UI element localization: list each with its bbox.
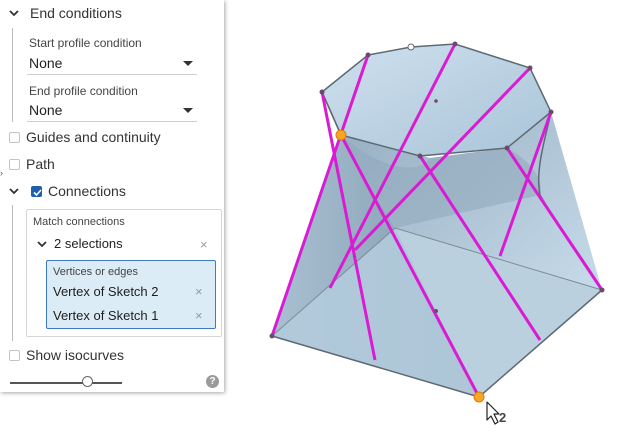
connections-checkbox[interactable]: [31, 185, 42, 197]
selected-vertex-sketch-2[interactable]: [335, 129, 347, 141]
dropdown-caret-icon: [183, 60, 193, 66]
isocurves-label: Show isocurves: [26, 347, 125, 363]
midpoint-marker: [407, 43, 415, 51]
path-row[interactable]: Path: [8, 156, 55, 172]
end-conditions-header[interactable]: End conditions: [8, 5, 122, 21]
end-profile-select[interactable]: None: [27, 99, 197, 122]
cursor-count-label: 2: [499, 410, 507, 425]
start-profile-select[interactable]: None: [27, 52, 197, 75]
section-guide-line: [12, 205, 13, 341]
match-connections-box: Match connections 2 selections × Vertice…: [26, 209, 222, 337]
start-profile-label: Start profile condition: [29, 36, 142, 50]
clear-selections-icon[interactable]: ×: [200, 238, 208, 251]
loft-feature-panel: End conditions Start profile condition N…: [0, 0, 224, 392]
guides-checkbox[interactable]: [9, 131, 20, 143]
isocurves-checkbox[interactable]: [9, 349, 20, 361]
end-profile-label: End profile condition: [29, 84, 138, 98]
selection-item[interactable]: Vertex of Sketch 2: [53, 284, 159, 299]
vertices-edges-box[interactable]: Vertices or edges Vertex of Sketch 2 × V…: [46, 260, 216, 329]
face-center-marker: [434, 309, 438, 313]
end-profile-value: None: [29, 102, 63, 118]
chevron-down-icon[interactable]: [36, 238, 48, 250]
show-isocurves-row[interactable]: Show isocurves: [8, 347, 124, 363]
guides-continuity-row[interactable]: Guides and continuity: [8, 129, 161, 145]
guides-label: Guides and continuity: [26, 129, 161, 145]
chevron-down-icon: [8, 7, 20, 19]
collapse-arrow-icon[interactable]: ›: [0, 168, 3, 178]
start-profile-value: None: [29, 55, 63, 71]
section-guide-line: [12, 28, 13, 122]
remove-item-icon[interactable]: ×: [195, 309, 203, 322]
path-checkbox[interactable]: [9, 158, 20, 170]
match-connections-label: Match connections: [33, 216, 125, 228]
selection-item[interactable]: Vertex of Sketch 1: [53, 308, 159, 323]
connections-row[interactable]: Connections: [8, 183, 126, 199]
isocurve-slider-track[interactable]: [10, 382, 122, 384]
selections-count: 2 selections: [54, 236, 123, 251]
remove-item-icon[interactable]: ×: [195, 285, 203, 298]
connections-label: Connections: [48, 183, 126, 199]
selected-vertex-sketch-1[interactable]: [473, 391, 485, 403]
mouse-cursor-icon: [486, 401, 500, 425]
dropdown-caret-icon: [183, 107, 193, 113]
vertices-edges-label: Vertices or edges: [53, 266, 138, 278]
path-label: Path: [26, 156, 55, 172]
help-icon[interactable]: ?: [206, 375, 219, 388]
selections-row[interactable]: 2 selections: [36, 236, 216, 251]
chevron-down-icon[interactable]: [8, 185, 20, 197]
end-conditions-label: End conditions: [30, 5, 122, 21]
isocurve-slider-thumb[interactable]: [82, 376, 93, 387]
